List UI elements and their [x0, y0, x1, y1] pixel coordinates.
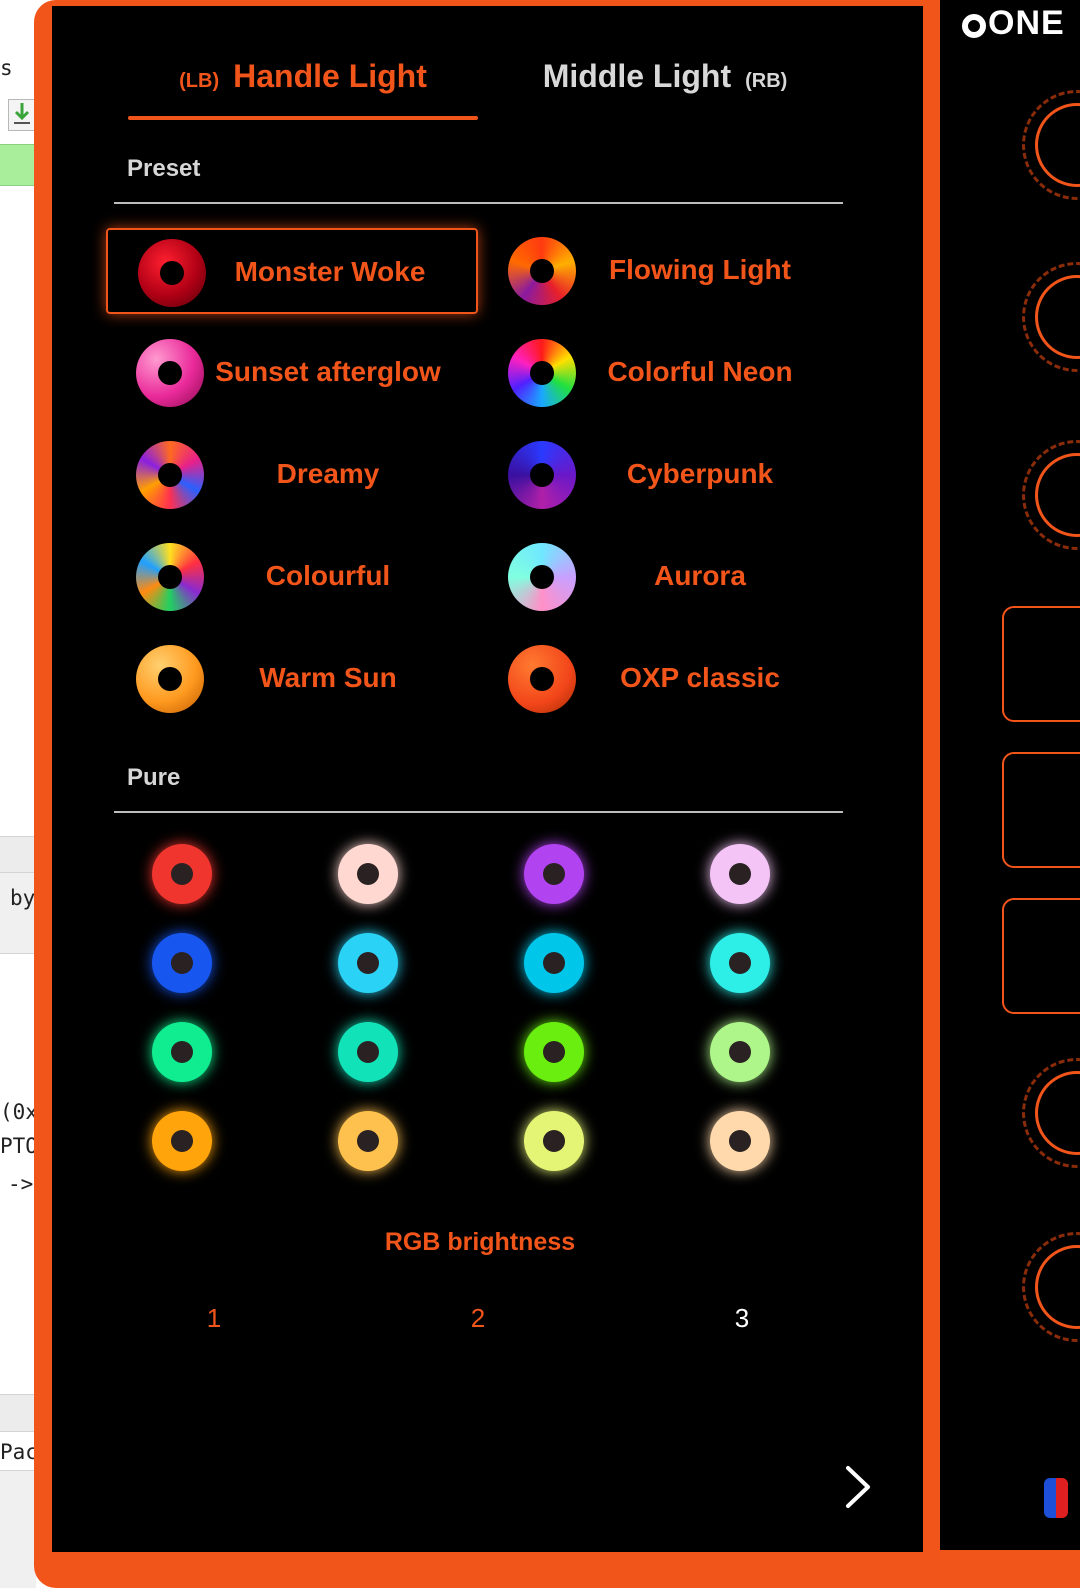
preset-dreamy[interactable]: Dreamy	[106, 432, 478, 518]
preset-label: Colorful Neon	[607, 356, 793, 387]
preset-swatch-icon	[136, 339, 204, 407]
pure-color-swatch[interactable]	[710, 1111, 770, 1171]
preset-swatch-icon	[136, 441, 204, 509]
background-text: Pac	[0, 1440, 38, 1464]
tab-handle-light[interactable]: (LB) Handle Light	[128, 58, 478, 95]
tab-key-hint: (RB)	[745, 70, 788, 92]
gray-row	[0, 1394, 36, 1432]
background-text: PTO	[0, 1134, 38, 1158]
pure-color-swatch[interactable]	[524, 1022, 584, 1082]
preset-oxp-classic[interactable]: OXP classic	[478, 636, 850, 722]
pure-color-swatch[interactable]	[524, 933, 584, 993]
preset-flowing-light[interactable]: Flowing Light	[478, 228, 850, 314]
background-text: s	[0, 56, 13, 80]
preset-swatch-icon	[508, 339, 576, 407]
gray-row	[0, 836, 36, 874]
pure-color-swatch[interactable]	[710, 1022, 770, 1082]
preset-monster-woke[interactable]: Monster Woke	[106, 228, 478, 314]
preset-swatch-icon	[136, 543, 204, 611]
pure-color-swatch[interactable]	[338, 844, 398, 904]
preset-aurora[interactable]: Aurora	[478, 534, 850, 620]
preset-swatch-icon	[508, 441, 576, 509]
pure-color-swatch[interactable]	[152, 1022, 212, 1082]
preset-label: Cyberpunk	[626, 458, 774, 489]
preset-label: Monster Woke	[234, 256, 426, 287]
brightness-option-2[interactable]: 2	[458, 1303, 498, 1334]
preset-cyberpunk[interactable]: Cyberpunk	[478, 432, 850, 518]
pure-section-title: Pure	[127, 764, 181, 791]
active-tab-indicator	[128, 116, 478, 120]
brand-logo: ONE	[962, 4, 1065, 43]
side-card-button[interactable]	[1002, 752, 1080, 868]
tab-label: Middle Light	[542, 58, 732, 94]
preset-section-title: Preset	[127, 155, 201, 182]
pure-color-swatch[interactable]	[338, 1111, 398, 1171]
preset-warm-sun[interactable]: Warm Sun	[106, 636, 478, 722]
gray-row	[0, 872, 36, 954]
pure-color-swatch[interactable]	[338, 933, 398, 993]
tab-label: Handle Light	[233, 58, 427, 94]
preset-label: OXP classic	[620, 662, 780, 693]
side-card-button[interactable]	[1002, 606, 1080, 722]
preset-colorful-neon[interactable]: Colorful Neon	[478, 330, 850, 416]
preset-label: Aurora	[654, 560, 746, 591]
brightness-option-3[interactable]: 3	[722, 1303, 762, 1334]
preset-label: Flowing Light	[609, 254, 791, 285]
pure-color-swatch[interactable]	[710, 844, 770, 904]
preset-swatch-icon	[136, 645, 204, 713]
section-divider	[114, 811, 843, 813]
pure-color-swatch[interactable]	[524, 844, 584, 904]
background-text: (0x	[0, 1100, 38, 1124]
preset-swatch-icon	[508, 543, 576, 611]
pure-color-swatch[interactable]	[338, 1022, 398, 1082]
section-divider	[114, 202, 843, 204]
selected-row	[0, 144, 36, 186]
brightness-option-1[interactable]: 1	[194, 1303, 234, 1334]
preset-swatch-icon	[138, 239, 206, 307]
preset-label: Colourful	[265, 560, 391, 591]
pure-color-swatch[interactable]	[152, 844, 212, 904]
pure-color-swatch[interactable]	[152, 1111, 212, 1171]
side-card-button[interactable]	[1002, 898, 1080, 1014]
preset-swatch-icon	[508, 645, 576, 713]
preset-label: Dreamy	[276, 458, 380, 489]
background-text: ->	[8, 1172, 34, 1196]
pure-color-swatch[interactable]	[152, 933, 212, 993]
preset-label: Sunset afterglow	[215, 356, 441, 387]
preset-colourful[interactable]: Colourful	[106, 534, 478, 620]
background-text: by	[10, 886, 36, 910]
chevron-right-icon[interactable]	[840, 1462, 876, 1512]
preset-label: Warm Sun	[259, 662, 397, 693]
tab-key-hint: (LB)	[179, 70, 220, 92]
rgb-brightness-title: RGB brightness	[384, 1228, 576, 1256]
preset-swatch-icon	[508, 237, 576, 305]
preset-sunset-afterglow[interactable]: Sunset afterglow	[106, 330, 478, 416]
pure-color-swatch[interactable]	[524, 1111, 584, 1171]
pure-color-swatch[interactable]	[710, 933, 770, 993]
gray-row	[0, 1470, 36, 1588]
controller-icon[interactable]	[1044, 1478, 1068, 1518]
tab-middle-light[interactable]: Middle Light (RB)	[500, 58, 830, 95]
